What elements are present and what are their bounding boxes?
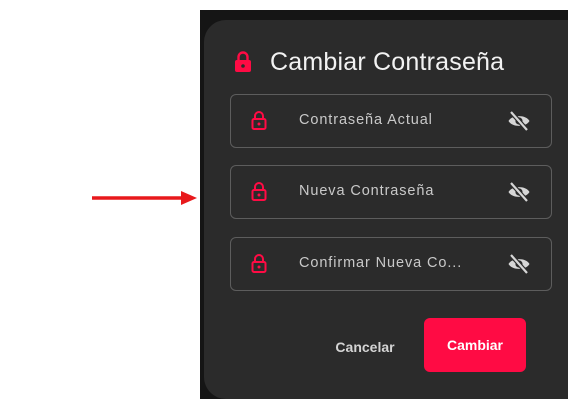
cancel-button[interactable]: Cancelar [320, 332, 410, 362]
change-password-button[interactable]: Cambiar [424, 318, 526, 372]
dialog-header: Cambiar Contraseña [234, 46, 504, 78]
new-password-field[interactable]: Nueva Contraseña [230, 165, 552, 219]
lock-icon [234, 51, 252, 73]
eye-off-icon[interactable] [507, 253, 531, 275]
change-password-dialog: Cambiar Contraseña Contraseña Actual Nue… [204, 20, 568, 399]
eye-off-icon[interactable] [507, 181, 531, 203]
current-password-field[interactable]: Contraseña Actual [230, 94, 552, 148]
red-arrow-annotation [92, 191, 197, 205]
field-label: Contraseña Actual [299, 112, 433, 128]
field-label: Nueva Contraseña [299, 183, 435, 199]
lock-icon [251, 182, 267, 201]
lock-icon [251, 254, 267, 273]
lock-icon [251, 111, 267, 130]
confirm-password-field[interactable]: Confirmar Nueva Co... [230, 237, 552, 291]
eye-off-icon[interactable] [507, 110, 531, 132]
field-label: Confirmar Nueva Co... [299, 255, 463, 271]
dialog-title: Cambiar Contraseña [270, 47, 505, 76]
